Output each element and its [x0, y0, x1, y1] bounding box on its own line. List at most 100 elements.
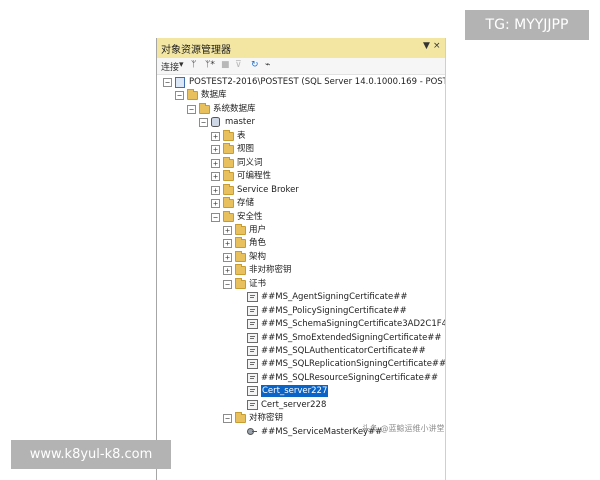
expand-toggle-icon[interactable]: +	[223, 239, 232, 249]
expand-toggle-icon[interactable]: +	[223, 225, 232, 235]
expand-toggle-icon[interactable]: +	[223, 252, 232, 262]
tree-node[interactable]: ##MS_PolicySigningCertificate##	[235, 305, 439, 318]
folder-icon	[223, 183, 234, 195]
folder-icon	[223, 210, 234, 222]
tree-node[interactable]: + 非对称密钥	[223, 264, 439, 277]
expand-toggle-icon[interactable]: +	[211, 131, 220, 141]
object-explorer-panel: 对象资源管理器 ▼ × 连接 ▾ ᛘ ᛘ* ■ ⊽ ↻ ⌁ − POSTEST2-…	[156, 38, 446, 480]
expand-toggle-icon[interactable]: +	[211, 158, 220, 168]
tree-node[interactable]: ##MS_SmoExtendedSigningCertificate##	[235, 332, 442, 345]
folder-icon	[223, 143, 234, 155]
disconnect-icon[interactable]: ᛘ*	[205, 60, 215, 70]
pin-dropdown-icon[interactable]: ▼	[423, 41, 430, 51]
filter-icon[interactable]: ⊽	[235, 60, 242, 70]
tree-node-label: 证书	[249, 278, 267, 289]
tree-node-label: 数据库	[201, 90, 227, 101]
folder-icon	[199, 102, 210, 114]
watermark-small: 头条 @蓝鲸运维小讲堂	[362, 424, 445, 433]
object-explorer-titlebar: 对象资源管理器 ▼ ×	[157, 38, 445, 59]
tree-node[interactable]: + Service Broker	[211, 183, 439, 197]
folder-icon	[223, 197, 234, 209]
certificate-icon	[247, 372, 258, 383]
activity-monitor-icon[interactable]: ⌁	[265, 60, 270, 70]
object-explorer-toolbar: 连接 ▾ ᛘ ᛘ* ■ ⊽ ↻ ⌁	[157, 58, 445, 75]
object-explorer-tree: − POSTEST2-2016\POSTEST (SQL Server 14.0.…	[157, 76, 445, 480]
tree-node-label: 同义词	[237, 157, 263, 168]
tree-node[interactable]: ##MS_SQLReplicationSigningCertificate##	[235, 358, 445, 371]
certificate-icon	[247, 386, 258, 397]
folder-icon	[235, 277, 246, 289]
tree-node[interactable]: − master	[199, 116, 439, 129]
tree-node-label: ##MS_SQLReplicationSigningCertificate##	[261, 359, 446, 370]
tree-node[interactable]: + 可编程性	[211, 170, 439, 183]
tree-node-label: ##MS_SmoExtendedSigningCertificate##	[261, 332, 442, 343]
tree-node[interactable]: + 用户	[223, 223, 439, 237]
tree-node-label: 角色	[249, 238, 267, 249]
collapse-toggle-icon[interactable]: −	[175, 91, 184, 101]
tree-node[interactable]: − 证书	[223, 277, 439, 291]
expand-toggle-icon[interactable]: +	[223, 266, 232, 276]
collapse-toggle-icon[interactable]: −	[163, 78, 172, 87]
tree-node-label: Service Broker	[237, 184, 299, 195]
watermark-top-right: TG: MYYJJPP	[465, 10, 589, 40]
certificate-icon	[247, 359, 258, 370]
folder-icon	[235, 264, 246, 276]
tree-node[interactable]: − POSTEST2-2016\POSTEST (SQL Server 14.0.…	[163, 76, 445, 89]
tree-node[interactable]: + 架构	[223, 250, 439, 264]
server-icon	[175, 77, 185, 88]
tree-node-label: 安全性	[237, 211, 263, 222]
collapse-toggle-icon[interactable]: −	[199, 118, 208, 128]
tree-node-label: 存储	[237, 198, 255, 209]
tree-node[interactable]: ##MS_AgentSigningCertificate##	[235, 291, 439, 304]
certificate-icon	[247, 399, 258, 410]
tree-node-label: ##MS_AgentSigningCertificate##	[261, 292, 408, 303]
connect-icon[interactable]: ᛘ	[191, 60, 196, 70]
expand-toggle-icon[interactable]: +	[211, 145, 220, 155]
tree-node[interactable]: + 角色	[223, 237, 439, 250]
certificate-icon	[247, 319, 258, 330]
tree-node[interactable]: − 安全性	[211, 210, 439, 224]
tree-node-label: 视图	[237, 144, 255, 155]
certificate-icon	[247, 305, 258, 316]
tree-node[interactable]: + 同义词	[211, 156, 439, 170]
collapse-toggle-icon[interactable]: −	[223, 414, 232, 424]
tree-node[interactable]: Cert_server228	[235, 399, 439, 412]
tree-node-label: ##MS_SQLAuthenticatorCertificate##	[261, 346, 426, 356]
connect-dropdown-icon[interactable]: ▾	[179, 60, 184, 70]
connect-button[interactable]: 连接	[161, 60, 179, 73]
tree-node[interactable]: + 视图	[211, 143, 439, 156]
collapse-toggle-icon[interactable]: −	[211, 212, 220, 222]
expand-toggle-icon[interactable]: +	[211, 185, 220, 195]
tree-node-label: 非对称密钥	[249, 265, 292, 276]
tree-node-label: ##MS_SchemaSigningCertificate3AD2C1F412E…	[261, 319, 446, 330]
stop-icon[interactable]: ■	[221, 60, 230, 70]
collapse-toggle-icon[interactable]: −	[187, 104, 196, 114]
tree-node-label: 系统数据库	[213, 103, 256, 114]
tree-node-label: Cert_server227	[261, 385, 329, 398]
key-icon	[247, 427, 257, 435]
tree-node[interactable]: − 系统数据库	[187, 102, 439, 116]
collapse-toggle-icon[interactable]: −	[223, 279, 232, 289]
expand-toggle-icon[interactable]: +	[211, 172, 220, 182]
tree-node[interactable]: ##MS_SchemaSigningCertificate3AD2C1F412E…	[235, 318, 445, 331]
tree-node-label: 可编程性	[237, 171, 272, 182]
tree-node[interactable]: − 数据库	[175, 89, 439, 102]
folder-icon	[187, 89, 198, 101]
folder-icon	[235, 412, 246, 424]
tree-node[interactable]: + 表	[211, 129, 439, 143]
certificate-icon	[247, 332, 258, 343]
close-icon[interactable]: ×	[433, 41, 441, 51]
refresh-icon[interactable]: ↻	[251, 60, 259, 70]
tree-node[interactable]: Cert_server227	[235, 385, 439, 398]
tree-node-label: POSTEST2-2016\POSTEST (SQL Server 14.0.1…	[189, 77, 445, 87]
certificate-icon	[247, 292, 258, 303]
folder-icon	[235, 237, 246, 249]
expand-toggle-icon[interactable]: +	[211, 199, 220, 209]
panel-title: 对象资源管理器	[161, 45, 231, 56]
tree-node[interactable]: ##MS_SQLResourceSigningCertificate##	[235, 372, 439, 385]
tree-node[interactable]: ##MS_SQLAuthenticatorCertificate##	[235, 345, 439, 358]
folder-icon	[235, 250, 246, 262]
tree-node-label: master	[225, 117, 255, 128]
tree-node[interactable]: + 存储	[211, 197, 439, 210]
folder-icon	[223, 170, 234, 182]
